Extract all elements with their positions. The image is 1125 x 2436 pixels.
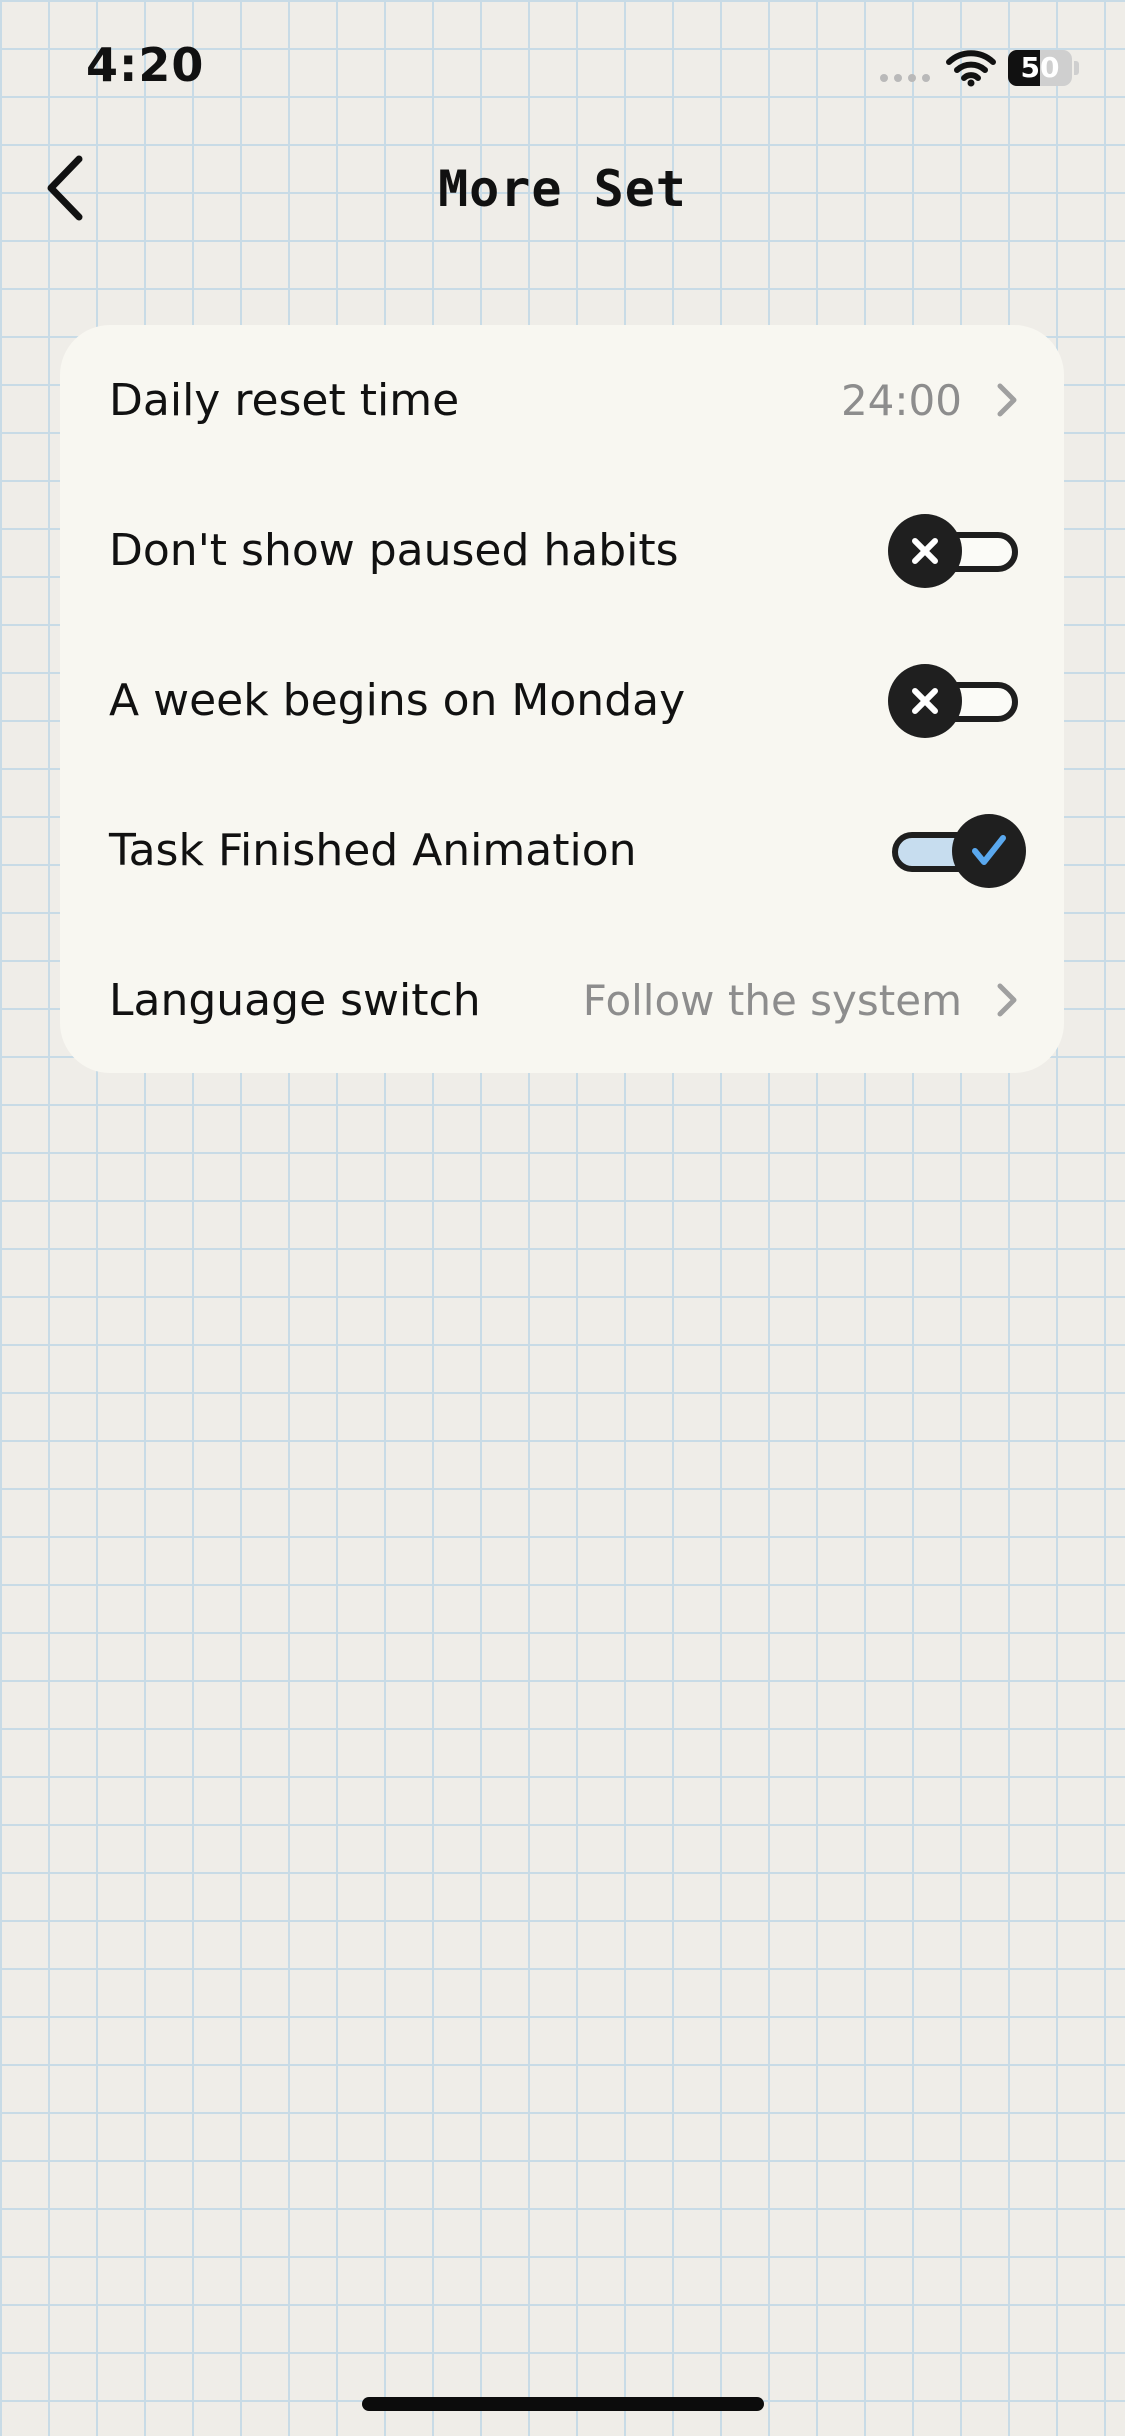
- language-switch-label: Language switch: [109, 974, 481, 1026]
- x-icon: [912, 538, 938, 564]
- chevron-right-icon: [997, 383, 1017, 417]
- daily-reset-time-value: 24:00: [840, 375, 962, 425]
- status-bar: 4:20 50: [0, 0, 1125, 140]
- paused-habits-toggle[interactable]: [888, 512, 1024, 588]
- language-switch-value: Follow the system: [582, 975, 962, 1025]
- battery-label: 50: [1020, 51, 1060, 84]
- chevron-right-icon: [997, 983, 1017, 1017]
- x-icon: [912, 688, 938, 714]
- battery-cap: [1074, 61, 1079, 75]
- week-monday-label: A week begins on Monday: [109, 674, 686, 726]
- week-monday-toggle[interactable]: [888, 662, 1024, 738]
- battery-indicator: 50: [1008, 50, 1072, 86]
- wifi-icon: [946, 50, 996, 87]
- home-indicator[interactable]: [362, 2397, 764, 2411]
- task-animation-label: Task Finished Animation: [109, 824, 637, 876]
- toggle-knob: [888, 514, 962, 588]
- toggle-knob: [888, 664, 962, 738]
- daily-reset-time-row[interactable]: Daily reset time 24:00: [60, 325, 1064, 475]
- paused-habits-label: Don't show paused habits: [109, 524, 679, 576]
- check-icon: [972, 835, 1006, 865]
- language-switch-row[interactable]: Language switch Follow the system: [60, 925, 1064, 1075]
- week-monday-row: A week begins on Monday: [60, 625, 1064, 775]
- status-time: 4:20: [86, 38, 205, 92]
- settings-card: Daily reset time 24:00 Don't show paused…: [60, 325, 1064, 1073]
- task-animation-toggle[interactable]: [888, 812, 1026, 888]
- task-animation-row: Task Finished Animation: [60, 775, 1064, 925]
- daily-reset-time-label: Daily reset time: [109, 374, 460, 426]
- signal-icon: [880, 74, 930, 82]
- paused-habits-row: Don't show paused habits: [60, 475, 1064, 625]
- toggle-knob: [952, 814, 1026, 888]
- page-title: More Set: [438, 160, 687, 218]
